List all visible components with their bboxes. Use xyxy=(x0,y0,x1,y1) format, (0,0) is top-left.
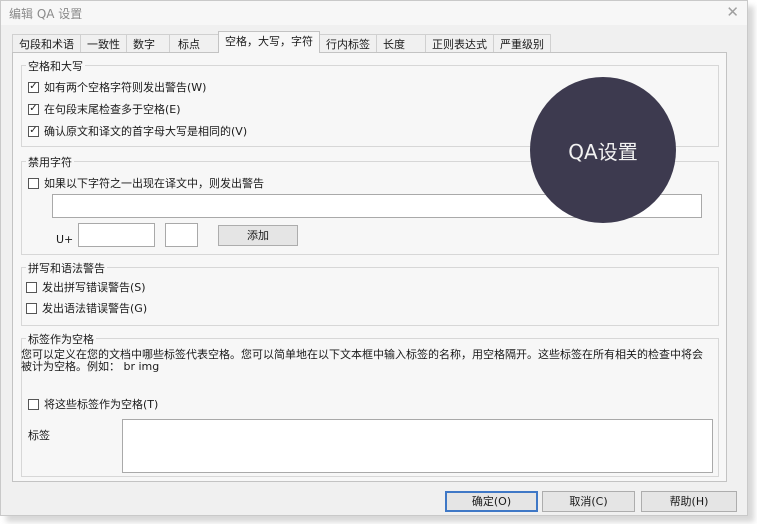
capitalization-label: 确认原文和译文的首字母大写是相同的(V) xyxy=(44,125,248,138)
grammar-warning-label: 发出语法错误警告(G) xyxy=(42,302,148,315)
trailing-space-option[interactable]: ✓ 在句段末尾检查多于空格(E) xyxy=(28,101,181,117)
cancel-button[interactable]: 取消(C) xyxy=(542,491,635,512)
spelling-grammar-group: 拼写和语法警告 发出拼写错误警告(S) 发出语法错误警告(G) xyxy=(21,260,719,326)
close-icon[interactable]: ✕ xyxy=(726,3,739,21)
tags-input[interactable] xyxy=(122,419,713,473)
checkbox-unchecked-icon[interactable] xyxy=(26,302,37,314)
double-space-option[interactable]: ✓ 如有两个空格字符则发出警告(W) xyxy=(28,79,206,95)
tab-length[interactable]: 长度 xyxy=(376,34,426,53)
ok-button[interactable]: 确定(O) xyxy=(445,491,538,512)
tags-as-spaces-legend: 标签作为空格 xyxy=(26,331,96,347)
tab-numbers[interactable]: 数字 xyxy=(126,34,170,53)
spelling-grammar-legend: 拼写和语法警告 xyxy=(26,260,107,276)
forbidden-chars-legend: 禁用字符 xyxy=(26,154,74,170)
tab-punctuation[interactable]: 标点 xyxy=(169,34,219,53)
double-space-label: 如有两个空格字符则发出警告(W) xyxy=(44,81,207,94)
tab-strip: 句段和术语 一致性 数字 标点 空格，大写，字符 行内标签 长度 正则表达式 严… xyxy=(12,31,551,53)
qa-settings-dialog: 编辑 QA 设置 ✕ 句段和术语 一致性 数字 标点 空格，大写，字符 行内标签… xyxy=(0,0,748,516)
tags-description: 您可以定义在您的文档中哪些标签代表空格。您可以简单地在以下文本框中输入标签的名称… xyxy=(21,348,703,373)
tags-as-spaces-option[interactable]: 将这些标签作为空格(T) xyxy=(28,396,158,412)
tags-label: 标签 xyxy=(28,429,50,442)
checkbox-checked-icon[interactable]: ✓ xyxy=(28,125,39,137)
unicode-code-input[interactable] xyxy=(78,223,155,247)
checkbox-checked-icon[interactable]: ✓ xyxy=(28,103,39,115)
tab-inline-tags[interactable]: 行内标签 xyxy=(319,34,377,53)
capitalization-option[interactable]: ✓ 确认原文和译文的首字母大写是相同的(V) xyxy=(28,123,247,139)
tab-severity[interactable]: 严重级别 xyxy=(493,34,551,53)
qa-settings-badge: QA设置 xyxy=(530,77,676,223)
add-char-button[interactable]: 添加 xyxy=(218,225,298,246)
unicode-char-preview xyxy=(165,223,198,247)
help-button[interactable]: 帮助(H) xyxy=(641,491,737,512)
forbidden-chars-option[interactable]: 如果以下字符之一出现在译文中，则发出警告 xyxy=(28,175,264,191)
dialog-title: 编辑 QA 设置 xyxy=(9,7,83,21)
tab-consistency[interactable]: 一致性 xyxy=(80,34,127,53)
tab-segments-terms[interactable]: 句段和术语 xyxy=(12,34,81,53)
checkbox-unchecked-icon[interactable] xyxy=(28,398,39,410)
spelling-warning-label: 发出拼写错误警告(S) xyxy=(42,281,146,294)
grammar-warning-option[interactable]: 发出语法错误警告(G) xyxy=(26,300,147,316)
tab-regex[interactable]: 正则表达式 xyxy=(425,34,494,53)
forbidden-chars-label: 如果以下字符之一出现在译文中，则发出警告 xyxy=(44,177,264,190)
checkbox-unchecked-icon[interactable] xyxy=(28,177,39,189)
title-bar: 编辑 QA 设置 ✕ xyxy=(1,1,747,25)
trailing-space-label: 在句段末尾检查多于空格(E) xyxy=(44,103,181,116)
tab-spaces-case-chars[interactable]: 空格，大写，字符 xyxy=(218,31,320,53)
spacing-case-legend: 空格和大写 xyxy=(26,58,85,74)
checkbox-unchecked-icon[interactable] xyxy=(26,281,37,293)
checkbox-checked-icon[interactable]: ✓ xyxy=(28,81,39,93)
spelling-warning-option[interactable]: 发出拼写错误警告(S) xyxy=(26,279,146,295)
unicode-prefix-label: U+ xyxy=(56,233,74,246)
tags-as-spaces-label: 将这些标签作为空格(T) xyxy=(44,398,159,411)
